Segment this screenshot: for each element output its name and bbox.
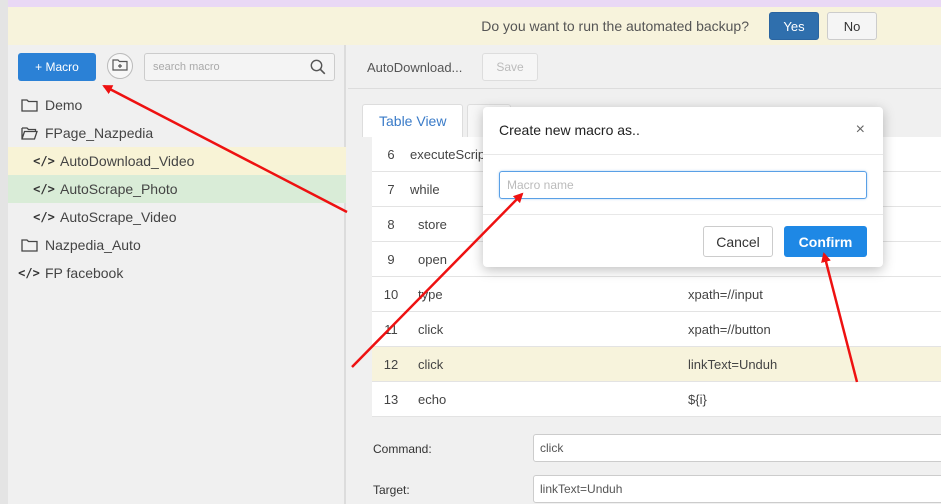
- target-input[interactable]: linkText=Unduh: [533, 475, 941, 503]
- table-row[interactable]: 13 echo ${i}: [372, 382, 941, 417]
- row-number: 9: [387, 251, 395, 267]
- top-border: [8, 0, 941, 7]
- row-target: linkText=Unduh: [688, 356, 778, 372]
- command-input[interactable]: click: [533, 434, 941, 462]
- table-row[interactable]: 11 click xpath=//button: [372, 312, 941, 347]
- confirm-button[interactable]: Confirm: [784, 226, 867, 257]
- backup-notification-bar: Do you want to run the automated backup?…: [8, 7, 941, 45]
- code-icon: </>: [33, 154, 55, 168]
- folder-add-icon: [112, 58, 128, 74]
- row-command: type: [418, 286, 443, 302]
- row-command: echo: [418, 391, 447, 407]
- target-label: Target:: [373, 483, 410, 497]
- macro-name-input[interactable]: [499, 171, 867, 199]
- code-icon: </>: [33, 210, 55, 224]
- tree-item-label: AutoScrape_Photo: [60, 181, 178, 197]
- dialog-title: Create new macro as..: [499, 122, 640, 138]
- row-number: 7: [387, 181, 395, 197]
- table-row[interactable]: 10 type xpath=//input: [372, 277, 941, 312]
- dialog-footer: Cancel Confirm: [483, 215, 883, 267]
- folder-open-icon: [20, 125, 38, 141]
- tree-folder-nazpedia-auto[interactable]: Nazpedia_Auto: [8, 231, 346, 259]
- cancel-button[interactable]: Cancel: [703, 226, 773, 257]
- row-number: 12: [383, 356, 399, 372]
- code-icon: </>: [18, 266, 40, 280]
- tree-item-label: AutoScrape_Video: [60, 209, 177, 225]
- macro-tree: Demo FPage_Nazpedia </> AutoDownload_Vid…: [8, 91, 346, 287]
- sidebar: + Macro Demo FPage_Nazpedia </> AutoDown…: [8, 45, 346, 504]
- tree-item-label: Nazpedia_Auto: [45, 237, 141, 253]
- tree-macro-autoscrape-video[interactable]: </> AutoScrape_Video: [8, 203, 346, 231]
- code-icon: </>: [33, 182, 55, 196]
- tree-item-label: FPage_Nazpedia: [45, 125, 154, 141]
- dialog-body: [483, 155, 883, 215]
- yes-button[interactable]: Yes: [769, 12, 819, 40]
- tree-macro-fp-facebook[interactable]: </> FP facebook: [8, 259, 346, 287]
- no-button[interactable]: No: [827, 12, 877, 40]
- search-input[interactable]: [145, 54, 295, 80]
- tree-item-label: FP facebook: [45, 265, 124, 281]
- row-target: xpath=//input: [688, 286, 763, 302]
- editor-toolbar: AutoDownload... Save: [348, 45, 941, 89]
- row-target: xpath=//button: [688, 321, 771, 337]
- row-target: ${i}: [688, 391, 707, 407]
- save-button[interactable]: Save: [482, 53, 538, 81]
- folder-icon: [20, 237, 38, 253]
- window-edge: [0, 0, 8, 504]
- row-command: click: [418, 356, 444, 372]
- search-box: [144, 53, 335, 81]
- tree-item-label: AutoDownload_Video: [60, 153, 195, 169]
- new-macro-button[interactable]: + Macro: [18, 53, 96, 81]
- create-macro-dialog: Create new macro as.. × Cancel Confirm: [483, 107, 883, 267]
- row-command: click: [418, 321, 444, 337]
- tree-folder-demo[interactable]: Demo: [8, 91, 346, 119]
- row-number: 10: [383, 286, 399, 302]
- row-number: 8: [387, 216, 395, 232]
- row-number: 13: [383, 391, 399, 407]
- row-number: 6: [387, 146, 395, 162]
- dialog-header: Create new macro as.. ×: [483, 107, 883, 155]
- command-field-row: Command: click: [372, 434, 941, 464]
- tree-macro-autoscrape-photo[interactable]: </> AutoScrape_Photo: [8, 175, 346, 203]
- macro-title: AutoDownload...: [367, 60, 463, 75]
- tree-macro-autodownload-video[interactable]: </> AutoDownload_Video: [8, 147, 346, 175]
- row-number: 11: [384, 321, 398, 337]
- command-label: Command:: [373, 442, 432, 456]
- notification-message: Do you want to run the automated backup?: [481, 18, 749, 34]
- tree-folder-fpage-nazpedia[interactable]: FPage_Nazpedia: [8, 119, 346, 147]
- tree-item-label: Demo: [45, 97, 83, 113]
- close-icon[interactable]: ×: [856, 121, 865, 139]
- target-field-row: Target: linkText=Unduh: [372, 475, 941, 504]
- tab-table-view[interactable]: Table View: [362, 104, 464, 137]
- table-row-selected[interactable]: 12 click linkText=Unduh: [372, 347, 941, 382]
- new-folder-button[interactable]: [107, 53, 133, 79]
- search-icon[interactable]: [310, 59, 326, 78]
- folder-icon: [20, 97, 38, 113]
